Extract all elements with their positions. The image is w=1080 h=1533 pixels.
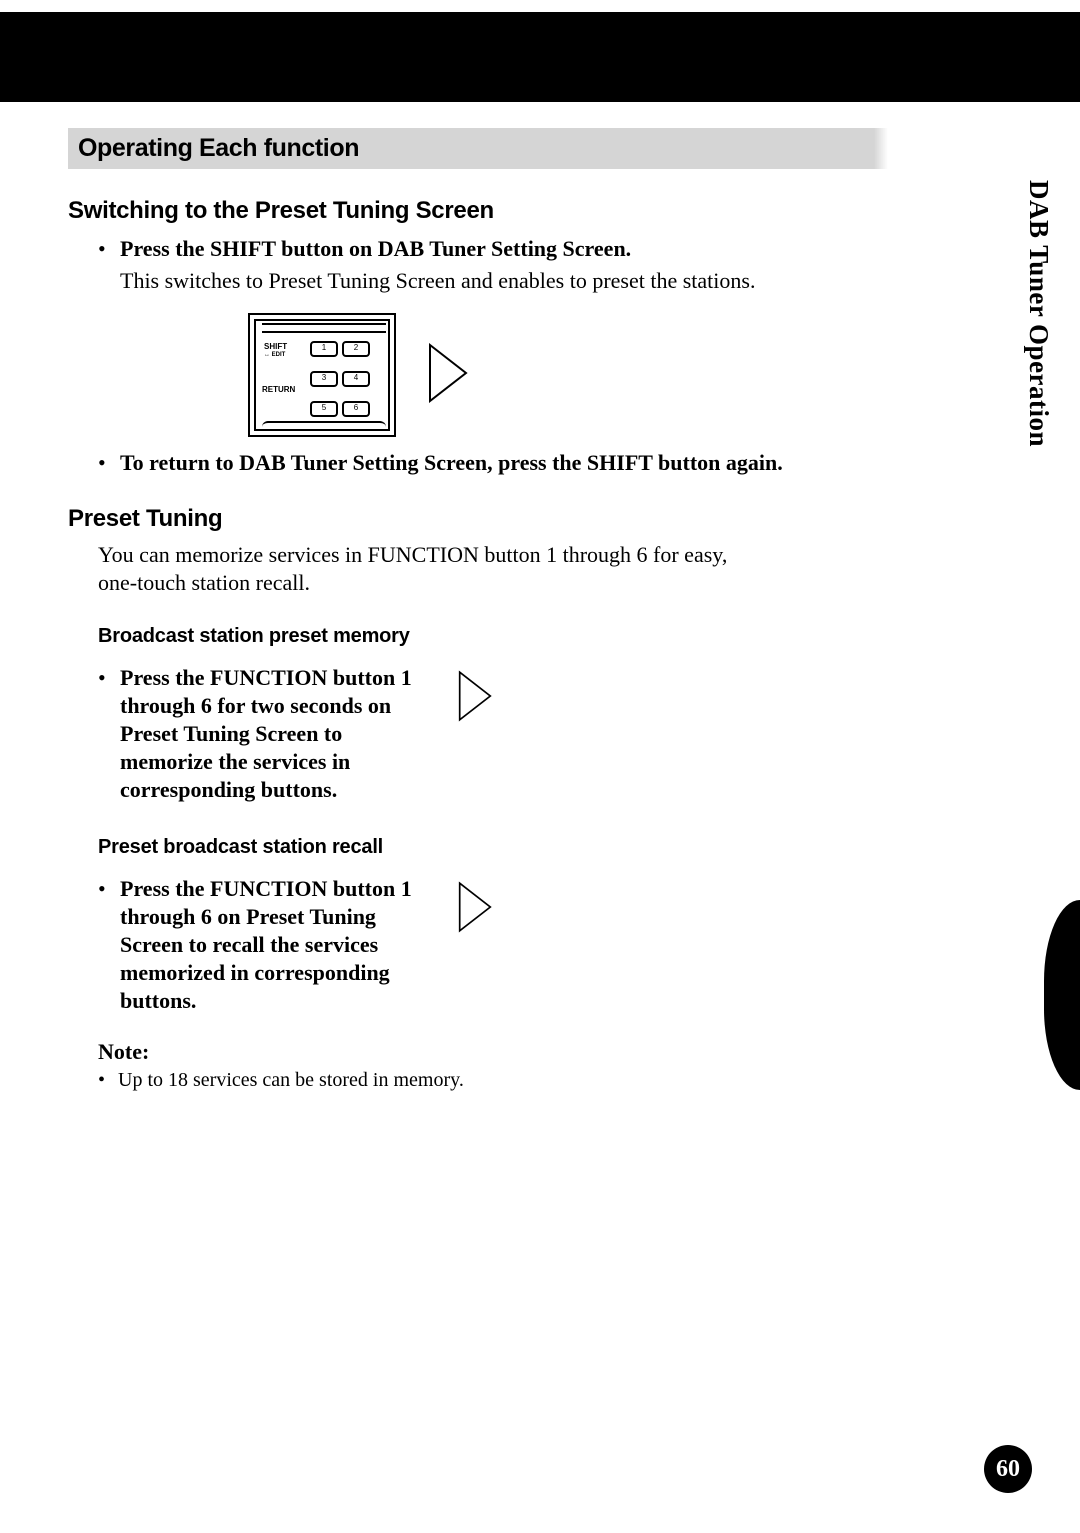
remote-btn-1: 1 bbox=[310, 341, 338, 357]
arrow-right-icon bbox=[458, 879, 492, 935]
row-memory: • Press the FUNCTION button 1 through 6 … bbox=[68, 654, 888, 808]
subsection-preset: Preset Tuning bbox=[68, 505, 888, 533]
remote-btn-5: 5 bbox=[310, 401, 338, 417]
note-heading: Note: bbox=[98, 1039, 888, 1065]
arrow-right-icon bbox=[428, 343, 468, 403]
remote-screen-slot bbox=[262, 323, 386, 333]
bullet-text: Press the SHIFT button on DAB Tuner Sett… bbox=[120, 235, 631, 263]
shift-label: SHIFT bbox=[264, 343, 287, 351]
bullet-dot: • bbox=[98, 875, 120, 903]
subsection-switching: Switching to the Preset Tuning Screen bbox=[68, 197, 888, 225]
heading-broadcast-recall: Preset broadcast station recall bbox=[98, 836, 888, 859]
note-item: • Up to 18 services can be stored in mem… bbox=[98, 1067, 888, 1093]
remote-btn-3: 3 bbox=[310, 371, 338, 387]
thumb-index-icon bbox=[1044, 900, 1080, 1090]
side-tab: DAB Tuner Operation bbox=[1008, 170, 1080, 1090]
bullet-text: Press the FUNCTION button 1 through 6 on… bbox=[120, 875, 428, 1015]
bullet-return: • To return to DAB Tuner Setting Screen,… bbox=[98, 449, 888, 477]
remote-bottom-curve bbox=[262, 421, 386, 429]
heading-broadcast-memory: Broadcast station preset memory bbox=[98, 625, 888, 648]
note-text: Up to 18 services can be stored in memor… bbox=[118, 1067, 464, 1093]
bullet-text: Press the FUNCTION button 1 through 6 fo… bbox=[120, 664, 428, 804]
bullet-text: To return to DAB Tuner Setting Screen, p… bbox=[120, 449, 783, 477]
page-number: 60 bbox=[984, 1445, 1032, 1493]
section-header: Operating Each function bbox=[68, 128, 874, 169]
bullet-recall: • Press the FUNCTION button 1 through 6 … bbox=[98, 875, 428, 1015]
bullet-shift: • Press the SHIFT button on DAB Tuner Se… bbox=[98, 235, 888, 263]
bullet-dot: • bbox=[98, 235, 120, 263]
page-content: Operating Each function Switching to the… bbox=[68, 128, 888, 1093]
shift-sub-label: ↔ EDIT bbox=[264, 352, 285, 358]
bullet-dot: • bbox=[98, 449, 120, 477]
remote-figure: SHIFT ↔ EDIT RETURN 1 2 3 4 5 6 bbox=[248, 313, 548, 433]
bullet-memory: • Press the FUNCTION button 1 through 6 … bbox=[98, 664, 428, 804]
remote-body: SHIFT ↔ EDIT RETURN 1 2 3 4 5 6 bbox=[248, 313, 396, 437]
side-tab-label: DAB Tuner Operation bbox=[1023, 180, 1054, 447]
bullet-dot: • bbox=[98, 664, 120, 692]
arrow-right-icon bbox=[458, 668, 492, 724]
preset-intro: You can memorize services in FUNCTION bu… bbox=[98, 541, 728, 597]
header-black-band bbox=[0, 12, 1080, 102]
bullet-desc: This switches to Preset Tuning Screen an… bbox=[120, 267, 888, 295]
section-header-fade bbox=[874, 128, 888, 169]
row-recall: • Press the FUNCTION button 1 through 6 … bbox=[68, 865, 888, 1019]
bullet-dot: • bbox=[98, 1067, 118, 1093]
section-header-row: Operating Each function bbox=[68, 128, 888, 169]
remote-btn-6: 6 bbox=[342, 401, 370, 417]
remote-btn-2: 2 bbox=[342, 341, 370, 357]
remote-btn-4: 4 bbox=[342, 371, 370, 387]
return-label: RETURN bbox=[262, 385, 295, 394]
